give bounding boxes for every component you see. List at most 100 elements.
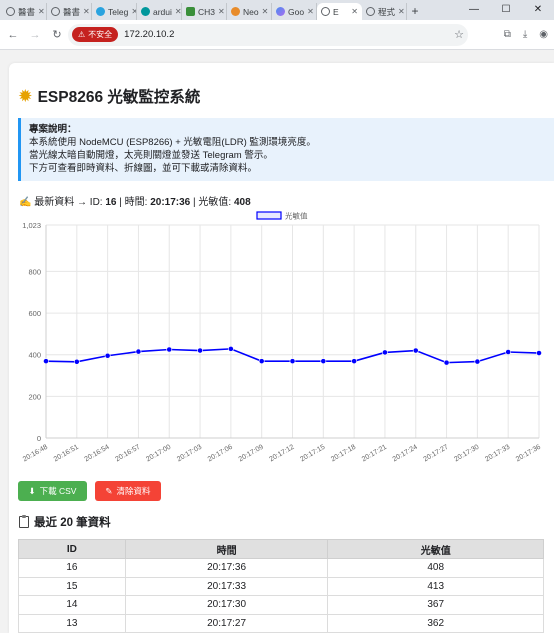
browser-tab-title: CH3 [198,6,216,17]
browser-tab-title: 程式 [378,6,396,17]
address-bar[interactable]: ⚠ 不安全 172.20.10.2 ☆ [68,23,468,46]
download-csv-label: 下載 CSV [39,486,77,496]
data-point [474,358,481,365]
recent-data-title-text: 最近 20 筆資料 [34,517,111,529]
extensions-icon[interactable]: ⧉ [504,29,511,40]
data-point [43,358,49,365]
tab-close-icon[interactable]: ✕ [38,7,45,16]
clear-data-label: 清除資料 [116,486,151,496]
data-point [412,347,419,354]
cell-value: 413 [327,576,544,596]
cell-id: 15 [18,576,126,596]
cell-id: 16 [18,558,126,578]
x-tick-label: 20:16:57 [114,444,141,464]
browser-tab[interactable]: ardui ✕ [137,3,182,20]
y-tick-label: 1,023 [22,221,41,230]
clear-data-button[interactable]: ✎ 清除資料 [95,481,161,501]
x-tick-label: 20:17:27 [422,444,449,464]
globe-icon [366,7,375,16]
ch3-icon [186,7,195,16]
globe-icon [321,7,330,16]
page-title: ✹ ESP8266 光敏監控系統 [19,85,200,107]
tab-close-icon[interactable]: ✕ [175,7,181,16]
column-header-id: ID [18,539,126,559]
y-tick-label: 400 [28,351,41,360]
data-point [320,358,327,365]
data-table: ID 時間 光敏值 16 20:17:36 408 15 20:17:33 41… [18,539,544,633]
tg-icon [96,7,105,16]
table-row: 13 20:17:27 362 [18,613,544,633]
x-tick-label: 20:16:51 [53,444,80,464]
globe-icon [51,7,60,16]
cell-value: 362 [327,613,544,633]
forward-arrow-icon[interactable]: → [28,29,42,41]
tab-close-icon[interactable]: ✕ [218,7,225,16]
browser-tab[interactable]: E ✕ [317,3,362,20]
x-tick-label: 20:17:06 [207,444,234,464]
download-icon[interactable]: ⤓ [523,29,527,40]
data-point [227,345,234,352]
globe-icon [6,7,15,16]
cell-id: 14 [18,595,126,615]
data-point [351,358,358,365]
browser-tab-title: Goo [288,6,305,17]
data-point [73,358,80,365]
data-point [382,349,388,356]
browser-tab[interactable]: Neo ✕ [227,3,272,20]
data-point [104,352,111,359]
browser-tab[interactable]: CH3 ✕ [182,3,227,20]
x-tick-label: 20:17:24 [392,444,419,464]
data-point [135,348,142,355]
description-box: 專案說明： 本系統使用 NodeMCU (ESP8266) + 光敏電阻(LDR… [18,118,554,181]
x-tick-label: 20:17:15 [299,444,326,464]
bookmark-star-icon[interactable]: ☆ [454,28,464,41]
y-tick-label: 200 [28,392,41,401]
cell-time: 20:17:36 [124,558,329,578]
browser-tab-title: 醫書 [63,6,81,17]
gem-icon [276,7,285,16]
insecure-label: 不安全 [88,30,113,39]
maximize-icon[interactable]: ☐ [490,0,522,20]
clipboard-icon [19,515,29,528]
x-tick-label: 20:17:33 [484,444,511,464]
browser-tab[interactable]: Teleg✕ [92,3,137,20]
x-tick-label: 20:16:48 [22,444,49,464]
browser-tab[interactable]: 醫書 ✕ [47,3,92,20]
tab-close-icon[interactable]: ✕ [83,7,90,16]
broom-icon: ✎ [105,485,113,496]
browser-tab-title: 醫書 [18,6,36,17]
browser-tab[interactable]: 程式 ✕ [362,3,407,20]
url-text[interactable]: 172.20.10.2 [124,29,454,40]
browser-tab[interactable]: 醫書 ✕ [2,3,47,20]
reload-icon[interactable]: ↻ [50,28,64,41]
insecure-badge[interactable]: ⚠ 不安全 [72,27,119,42]
x-tick-label: 20:17:09 [238,444,265,464]
tab-close-icon[interactable]: ✕ [351,7,358,16]
tab-close-icon[interactable]: ✕ [307,7,314,16]
tab-strip: 醫書✕醫書✕Teleg✕ardui✕CH3✕Neo✕Goo✕E✕程式✕+ — ☐… [0,0,554,20]
table-row: 16 20:17:36 408 [18,558,544,578]
profile-icon[interactable]: ◉ [539,29,548,40]
download-csv-button[interactable]: ⬇ 下載 CSV [18,481,87,501]
data-point [505,349,512,355]
tab-close-icon[interactable]: ✕ [262,7,269,16]
browser-tab-title: Neo [243,6,259,17]
description-heading: 專案說明： [29,124,77,135]
new-tab-button[interactable]: + [407,3,423,20]
x-tick-label: 20:17:03 [176,444,203,464]
browser-tab[interactable]: Goo ✕ [272,3,317,20]
y-tick-label: 600 [28,309,41,318]
x-tick-label: 20:17:18 [330,444,357,464]
minimize-icon[interactable]: — [458,0,490,20]
data-point [197,347,203,354]
tab-close-icon[interactable]: ✕ [398,7,405,16]
data-point [443,359,450,366]
data-point [289,358,296,365]
legend-label: 光敏值 [285,211,308,221]
recent-data-title: 最近 20 筆資料 [19,514,111,530]
close-window-icon[interactable]: ✕ [522,0,554,20]
back-arrow-icon[interactable]: ← [6,29,20,41]
window-controls: — ☐ ✕ [458,0,554,20]
cell-time: 20:17:27 [124,613,329,633]
description-line: 當光線太暗自動開燈，太亮則關燈並發送 Telegram 警示。 [29,150,273,161]
